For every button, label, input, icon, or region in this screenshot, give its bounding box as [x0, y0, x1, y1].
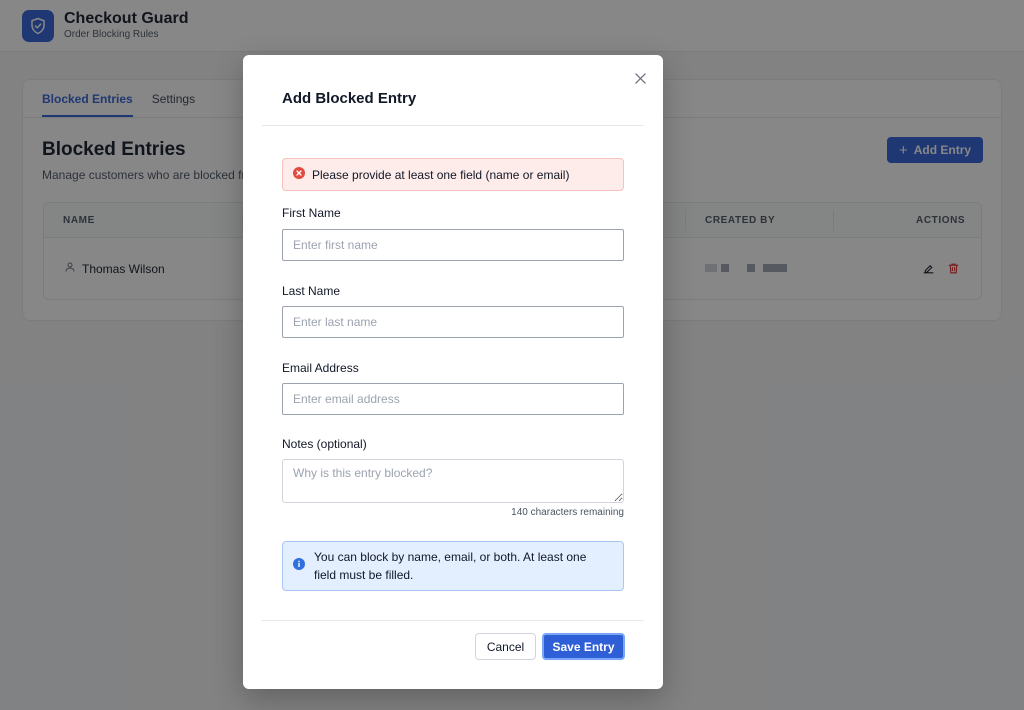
character-counter: 140 characters remaining	[511, 507, 624, 518]
info-message: You can block by name, email, or both. A…	[314, 550, 587, 582]
add-blocked-entry-dialog: Add Blocked Entry Please provide at leas…	[243, 55, 663, 689]
last-name-label: Last Name	[282, 284, 341, 298]
dialog-footer-divider	[262, 620, 644, 621]
email-label: Email Address	[282, 361, 359, 375]
error-icon	[293, 166, 305, 184]
last-name-input[interactable]	[282, 306, 624, 338]
dialog-divider	[262, 125, 644, 126]
email-input[interactable]	[282, 383, 624, 415]
save-entry-button[interactable]: Save Entry	[542, 633, 625, 660]
info-alert: You can block by name, email, or both. A…	[282, 541, 624, 591]
notes-label: Notes (optional)	[282, 437, 367, 451]
info-icon	[293, 557, 305, 575]
close-icon[interactable]	[632, 70, 648, 86]
first-name-label: First Name	[282, 206, 341, 220]
notes-textarea[interactable]	[282, 459, 624, 503]
error-alert: Please provide at least one field (name …	[282, 158, 624, 191]
cancel-button[interactable]: Cancel	[475, 633, 536, 660]
dialog-title: Add Blocked Entry	[282, 90, 417, 107]
error-message: Please provide at least one field (name …	[312, 167, 570, 182]
first-name-input[interactable]	[282, 229, 624, 261]
